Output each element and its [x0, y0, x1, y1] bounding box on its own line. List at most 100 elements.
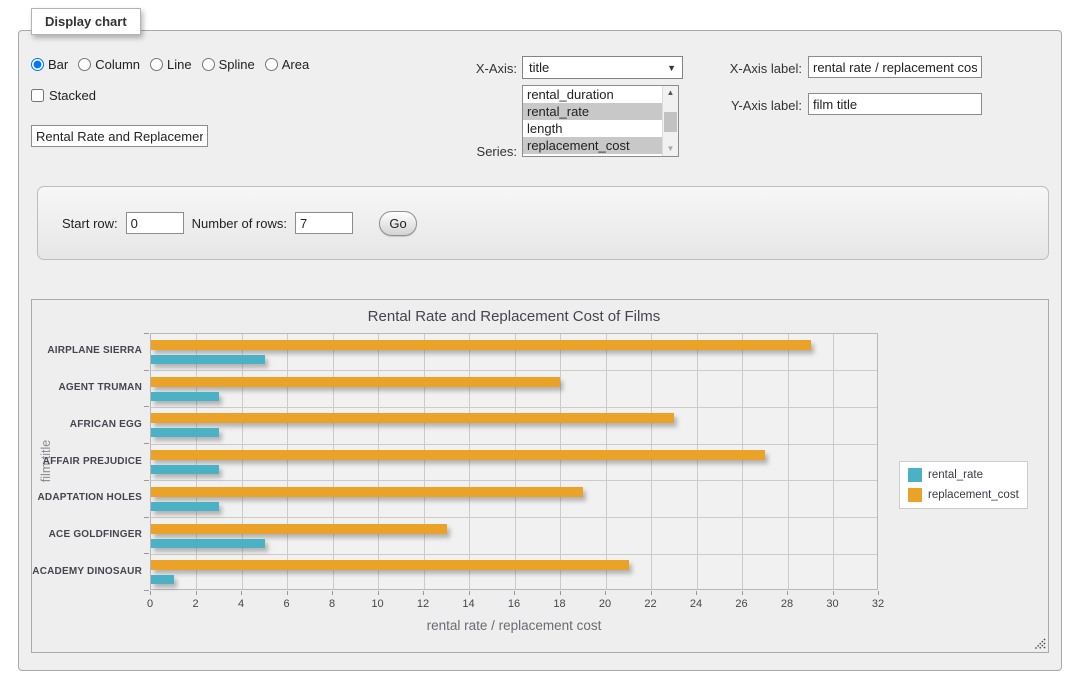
x-axis-title: rental rate / replacement cost: [150, 618, 878, 633]
bar-rental_rate: [151, 502, 219, 511]
chart-type-label-column: Column: [95, 57, 140, 72]
y-tick-mark: [144, 517, 149, 518]
x-tick-mark: [332, 591, 333, 595]
series-listbox-label: Series:: [417, 144, 517, 159]
vertical-gridline: [378, 334, 379, 589]
x-tick-mark: [696, 591, 697, 595]
chart-type-radio-area[interactable]: [265, 58, 278, 71]
vertical-gridline: [788, 334, 789, 589]
rows-panel: Start row: Number of rows: Go: [37, 186, 1049, 260]
chart-type-item-line: Line: [150, 57, 192, 72]
bar-rental_rate: [151, 539, 265, 548]
x-tick-label: 20: [592, 598, 618, 610]
chart-type-radio-line[interactable]: [150, 58, 163, 71]
vertical-gridline: [287, 334, 288, 589]
stacked-checkbox[interactable]: [31, 89, 44, 102]
bar-rental_rate: [151, 465, 219, 474]
x-tick-label: 26: [729, 598, 755, 610]
category-label: ADAPTATION HOLES: [32, 492, 142, 503]
series-options: rental_durationrental_ratelengthreplacem…: [523, 86, 662, 156]
x-tick-label: 0: [137, 598, 163, 610]
fieldset-legend-title: Display chart: [31, 8, 141, 35]
chevron-down-icon: ▼: [667, 63, 676, 73]
x-tick-label: 4: [228, 598, 254, 610]
x-tick-mark: [423, 591, 424, 595]
chart-type-label-line: Line: [167, 57, 192, 72]
chart-type-label-spline: Spline: [219, 57, 255, 72]
y-tick-mark: [144, 333, 149, 334]
series-option-rental_rate[interactable]: rental_rate: [523, 103, 662, 120]
vertical-gridline: [742, 334, 743, 589]
chart-type-radio-group: Bar Column Line Spline Area: [31, 57, 309, 72]
category-label: AFRICAN EGG: [32, 419, 142, 430]
chart-type-radio-column[interactable]: [78, 58, 91, 71]
legend-label-replacement_cost: replacement_cost: [928, 489, 1019, 501]
vertical-gridline: [833, 334, 834, 589]
series-scrollbar[interactable]: ▲ ▼: [662, 86, 678, 156]
x-tick-label: 18: [547, 598, 573, 610]
x-tick-mark: [514, 591, 515, 595]
x-axis-select-label: X-Axis:: [417, 61, 517, 76]
legend-row-rental_rate: rental_rate: [908, 468, 1019, 482]
x-tick-label: 14: [456, 598, 482, 610]
x-tick-label: 8: [319, 598, 345, 610]
chart-legend: rental_rate replacement_cost: [899, 461, 1028, 509]
scroll-up-icon[interactable]: ▲: [663, 86, 678, 100]
x-tick-mark: [651, 591, 652, 595]
series-listbox: rental_durationrental_ratelengthreplacem…: [522, 85, 679, 157]
start-row-label: Start row:: [62, 216, 118, 231]
chart-type-radio-spline[interactable]: [202, 58, 215, 71]
y-tick-mark: [144, 443, 149, 444]
chart-title-input[interactable]: [31, 125, 208, 147]
x-tick-mark: [833, 591, 834, 595]
x-axis-label-input[interactable]: [808, 56, 982, 78]
legend-label-rental_rate: rental_rate: [928, 469, 983, 481]
bar-replacement_cost: [151, 413, 674, 423]
resize-handle-icon[interactable]: [1033, 637, 1046, 650]
chart-type-item-column: Column: [78, 57, 140, 72]
chart-type-item-bar: Bar: [31, 57, 68, 72]
scrollbar-thumb[interactable]: [664, 112, 677, 132]
x-axis-select[interactable]: title ▼: [522, 56, 683, 79]
bar-replacement_cost: [151, 524, 447, 534]
bar-replacement_cost: [151, 340, 811, 350]
x-tick-mark: [878, 591, 879, 595]
chart-title: Rental Rate and Replacement Cost of Film…: [150, 308, 878, 325]
bar-replacement_cost: [151, 377, 560, 387]
go-button[interactable]: Go: [379, 211, 417, 236]
series-option-rental_duration[interactable]: rental_duration: [523, 86, 662, 103]
x-tick-label: 12: [410, 598, 436, 610]
series-option-replacement_cost[interactable]: replacement_cost: [523, 137, 662, 154]
category-label: AGENT TRUMAN: [32, 382, 142, 393]
bar-rental_rate: [151, 355, 265, 364]
num-rows-input[interactable]: [295, 212, 353, 234]
x-tick-mark: [378, 591, 379, 595]
x-tick-label: 32: [865, 598, 891, 610]
horizontal-gridline: [151, 517, 877, 518]
vertical-gridline: [469, 334, 470, 589]
x-tick-label: 30: [820, 598, 846, 610]
category-label: AIRPLANE SIERRA: [32, 345, 142, 356]
plot-area: [150, 333, 878, 590]
vertical-gridline: [606, 334, 607, 589]
chart-type-radio-bar[interactable]: [31, 58, 44, 71]
start-row-input[interactable]: [126, 212, 184, 234]
x-tick-mark: [469, 591, 470, 595]
legend-swatch-rental_rate: [908, 468, 922, 482]
y-tick-mark: [144, 553, 149, 554]
y-axis-label-input[interactable]: [808, 93, 982, 115]
chart-type-item-spline: Spline: [202, 57, 255, 72]
series-option-length[interactable]: length: [523, 120, 662, 137]
chart-type-label-bar: Bar: [48, 57, 68, 72]
bar-replacement_cost: [151, 487, 583, 497]
chart-panel: Rental Rate and Replacement Cost of Film…: [31, 299, 1049, 653]
x-tick-label: 10: [365, 598, 391, 610]
scroll-down-icon[interactable]: ▼: [663, 142, 678, 156]
x-tick-label: 16: [501, 598, 527, 610]
vertical-gridline: [424, 334, 425, 589]
x-tick-mark: [241, 591, 242, 595]
bar-rental_rate: [151, 575, 174, 584]
num-rows-label: Number of rows:: [192, 216, 287, 231]
chart-type-item-area: Area: [265, 57, 309, 72]
horizontal-gridline: [151, 444, 877, 445]
